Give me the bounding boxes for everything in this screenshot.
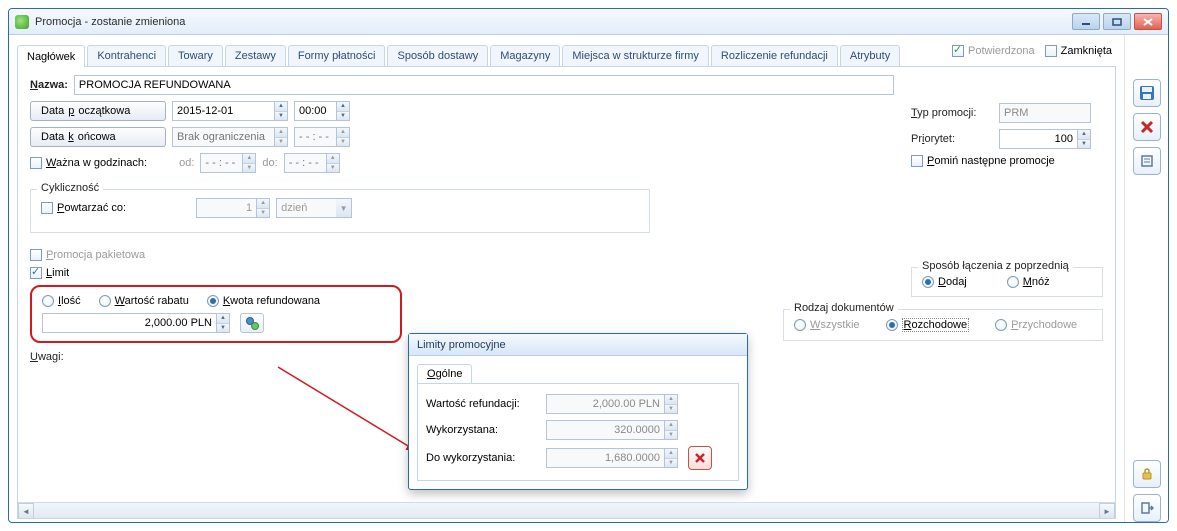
titlebar: Promocja - zostanie zmieniona — [9, 9, 1168, 35]
right-toolbar — [1124, 35, 1168, 522]
tab-towary[interactable]: Towary — [168, 45, 223, 66]
tab-dostawa[interactable]: Sposób dostawy — [387, 45, 488, 66]
cyclic-legend: Cykliczność — [37, 182, 103, 194]
tab-refundacja[interactable]: Rozliczenie refundacji — [711, 45, 838, 66]
doc-in-radio: Przychodowe — [995, 319, 1077, 331]
end-time-spinner: ▲▼ — [336, 127, 350, 147]
merge-add-radio[interactable]: Dodaj — [922, 276, 967, 288]
tab-formy[interactable]: Formy płatności — [288, 45, 386, 66]
used-input — [546, 420, 664, 440]
maximize-button[interactable] — [1103, 13, 1131, 30]
priority-label: Priorytet: — [911, 133, 993, 145]
scroll-right-button[interactable]: ► — [1099, 503, 1115, 519]
hours-from-label: od: — [179, 157, 194, 169]
limit-ilosc-radio[interactable]: Ilość — [42, 295, 81, 307]
exit-button[interactable] — [1133, 494, 1161, 522]
limit-wartosc-radio[interactable]: Wartość rabatu — [99, 295, 189, 307]
remarks-label: Uwagi: — [30, 351, 64, 363]
start-date-spinner[interactable]: ▲▼ — [274, 101, 288, 121]
used-label: Wykorzystana: — [426, 424, 546, 436]
name-label: Nazwa: — [30, 79, 68, 91]
dialog-close-button[interactable] — [688, 446, 712, 470]
tabstrip: Nagłówek Kontrahenci Towary Zestawy Form… — [17, 43, 1116, 67]
end-date-input[interactable] — [172, 127, 274, 147]
confirmed-checkbox: Potwierdzona — [952, 45, 1035, 57]
start-date-input[interactable] — [172, 101, 274, 121]
close-button[interactable] — [1134, 13, 1162, 30]
right-column: Typ promocji: Priorytet: ▲▼ Pomiń następ… — [911, 103, 1111, 341]
lock-button[interactable] — [1133, 460, 1161, 488]
limit-group: Ilość Wartość rabatu Kwota refundowana ▲… — [30, 285, 402, 343]
end-date-button[interactable]: Data końcowa — [30, 127, 166, 147]
limit-value-spinner[interactable]: ▲▼ — [216, 313, 230, 333]
package-checkbox: Promocja pakietowa — [30, 249, 145, 261]
h-scrollbar[interactable]: ◄ ► — [18, 502, 1115, 518]
dialog-title: Limity promocyjne — [409, 334, 747, 356]
skip-checkbox[interactable]: Pomiń następne promocje — [911, 155, 1055, 167]
scroll-left-button[interactable]: ◄ — [18, 503, 34, 519]
tab-zestawy[interactable]: Zestawy — [225, 45, 286, 66]
save-button[interactable] — [1133, 79, 1161, 107]
tab-atrybuty[interactable]: Atrybuty — [840, 45, 900, 66]
merge-mul-radio[interactable]: Mnóż — [1007, 276, 1050, 288]
minimize-button[interactable] — [1072, 13, 1100, 30]
closed-checkbox[interactable]: Zamknięta — [1045, 45, 1112, 57]
doc-all-radio: Wszystkie — [794, 319, 860, 331]
repeat-value-input — [196, 198, 256, 218]
start-date-button[interactable]: Data początkowa — [30, 101, 166, 121]
repeat-unit-input — [276, 198, 336, 218]
hours-to-label: do: — [262, 157, 277, 169]
type-input — [999, 103, 1091, 123]
hours-checkbox[interactable]: Ważna w godzinach: — [30, 157, 147, 169]
refund-value-label: Wartość refundacji: — [426, 398, 546, 410]
name-input[interactable] — [74, 75, 894, 95]
limits-dialog: Limity promocyjne Ogólne Wartość refunda… — [408, 333, 748, 490]
cancel-button[interactable] — [1133, 113, 1161, 141]
hours-to-input — [284, 153, 326, 173]
form-area: Nazwa: Data początkowa ▲▼ ▲▼ Data końcow… — [17, 67, 1116, 519]
tab-miejsca[interactable]: Miejsca w strukturze firmy — [562, 45, 709, 66]
limit-checkbox[interactable]: Limit — [30, 267, 69, 279]
hours-from-input — [200, 153, 242, 173]
window-title: Promocja - zostanie zmieniona — [35, 16, 1072, 28]
refund-value-input — [546, 394, 664, 414]
remaining-input — [546, 448, 664, 468]
limit-kwota-radio[interactable]: Kwota refundowana — [207, 295, 320, 307]
end-date-spinner: ▲▼ — [274, 127, 288, 147]
app-window: Promocja - zostanie zmieniona Nagłówek K… — [8, 8, 1169, 523]
tab-kontrahenci[interactable]: Kontrahenci — [87, 45, 166, 66]
limit-value-input[interactable] — [42, 313, 216, 333]
notes-button[interactable] — [1133, 147, 1161, 175]
repeat-checkbox[interactable]: Powtarzać co: — [41, 202, 126, 214]
form-body: Nagłówek Kontrahenci Towary Zestawy Form… — [9, 35, 1124, 522]
repeat-unit-dropdown: ▼ — [336, 198, 352, 218]
priority-input[interactable] — [999, 129, 1077, 149]
remaining-label: Do wykorzystania: — [426, 452, 546, 464]
start-time-spinner[interactable]: ▲▼ — [336, 101, 350, 121]
dialog-tab-general[interactable]: Ogólne — [417, 364, 472, 383]
end-time-input[interactable] — [294, 127, 336, 147]
limit-details-button[interactable] — [240, 313, 264, 333]
merge-legend: Sposób łączenia z poprzednią — [918, 260, 1073, 272]
type-label: Typ promocji: — [911, 107, 993, 119]
doc-legend: Rodzaj dokumentów — [790, 302, 898, 314]
priority-spinner[interactable]: ▲▼ — [1077, 129, 1091, 149]
tab-magazyny[interactable]: Magazyny — [490, 45, 560, 66]
doc-out-radio[interactable]: Rozchodowe — [886, 318, 970, 332]
app-icon — [15, 15, 29, 29]
tab-naglowek[interactable]: Nagłówek — [17, 45, 85, 67]
start-time-input[interactable] — [294, 101, 336, 121]
